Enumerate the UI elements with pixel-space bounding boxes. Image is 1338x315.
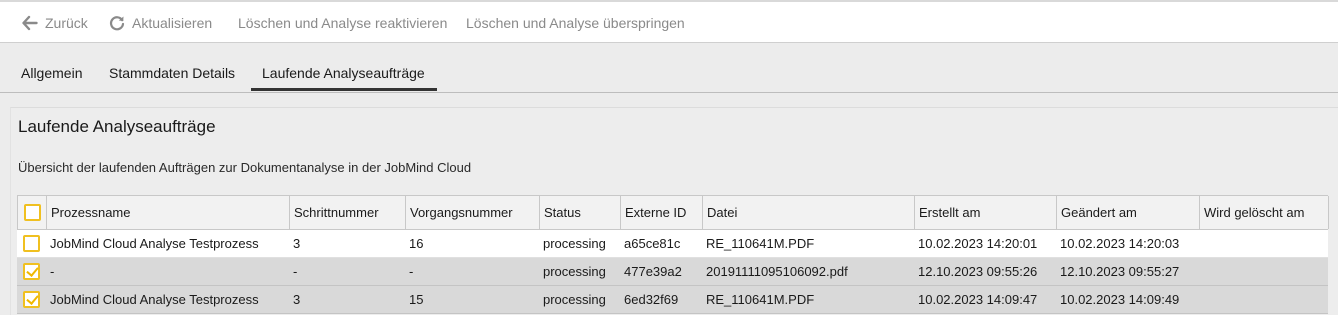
cell-wird-geloescht-am	[1199, 258, 1328, 285]
cell-vorgangsnummer: 15	[409, 292, 424, 307]
toolbar: Zurück Aktualisieren Löschen und Analyse…	[0, 0, 1338, 43]
cell-externe-id: a65ce81c	[624, 236, 681, 251]
row-checkbox[interactable]	[23, 291, 40, 308]
column-header[interactable]: Wird gelöscht am	[1200, 196, 1329, 229]
cell-geaendert-am: 10.02.2023 14:09:49	[1060, 292, 1180, 307]
reactivate-label: Löschen und Analyse reaktivieren	[238, 15, 448, 31]
cell-vorgangsnummer: 16	[409, 236, 424, 251]
back-label: Zurück	[45, 15, 88, 31]
column-header[interactable]: Status	[540, 196, 621, 229]
cell-datei: RE_110641M.PDF	[706, 292, 815, 307]
cell-datei: RE_110641M.PDF	[706, 236, 815, 251]
reactivate-delete-analysis-button[interactable]: Löschen und Analyse reaktivieren	[238, 13, 447, 33]
row-select-cell	[17, 286, 46, 313]
table-row[interactable]: - - - processing 477e39a2 20191111095106…	[17, 258, 1328, 286]
tab-laufende-analyseauftraege[interactable]: Laufende Analyseaufträge	[262, 65, 425, 81]
cell-status: processing	[543, 236, 606, 251]
cell-schrittnummer: 3	[293, 292, 301, 307]
column-header[interactable]: Vorgangsnummer	[406, 196, 540, 229]
refresh-icon	[109, 15, 125, 31]
select-all-cell	[18, 196, 47, 229]
table-row[interactable]: JobMind Cloud Analyse Testprozess 3 16 p…	[17, 230, 1328, 258]
cell-prozessname: -	[50, 264, 55, 279]
row-checkbox[interactable]	[23, 263, 40, 280]
row-select-cell	[17, 258, 46, 285]
cell-wird-geloescht-am	[1199, 286, 1328, 313]
refresh-label: Aktualisieren	[132, 15, 213, 31]
column-header[interactable]: Schrittnummer	[290, 196, 406, 229]
cell-schrittnummer: -	[293, 264, 298, 279]
active-tab-indicator	[251, 88, 437, 91]
arrow-left-icon	[22, 15, 38, 31]
cell-status: processing	[543, 264, 606, 279]
column-header[interactable]: Prozessname	[47, 196, 290, 229]
cell-geaendert-am: 10.02.2023 14:20:03	[1060, 236, 1180, 251]
panel-title: Laufende Analyseaufträge	[18, 117, 216, 136]
tab-allgemein[interactable]: Allgemein	[21, 65, 82, 81]
select-all-checkbox[interactable]	[23, 204, 41, 221]
cell-prozessname: JobMind Cloud Analyse Testprozess	[50, 292, 259, 307]
cell-status: processing	[543, 292, 606, 307]
column-header[interactable]: Erstellt am	[915, 196, 1057, 229]
cell-externe-id: 477e39a2	[624, 264, 682, 279]
tab-bar: Allgemein Stammdaten Details Laufende An…	[0, 43, 1338, 93]
cell-prozessname: JobMind Cloud Analyse Testprozess	[50, 236, 259, 251]
column-header[interactable]: Externe ID	[621, 196, 703, 229]
cell-externe-id: 6ed32f69	[624, 292, 679, 307]
cell-datei: 20191111095106092.pdf	[706, 264, 848, 279]
skip-delete-analysis-button[interactable]: Löschen und Analyse überspringen	[466, 13, 685, 33]
cell-geaendert-am: 12.10.2023 09:55:27	[1060, 264, 1180, 279]
table-row[interactable]: JobMind Cloud Analyse Testprozess 3 15 p…	[17, 286, 1328, 314]
panel-description: Übersicht der laufenden Aufträgen zur Do…	[18, 160, 472, 175]
refresh-button[interactable]: Aktualisieren	[109, 13, 212, 33]
tab-stammdaten-details[interactable]: Stammdaten Details	[109, 65, 235, 81]
cell-erstellt-am: 10.02.2023 14:09:47	[918, 292, 1038, 307]
column-header[interactable]: Geändert am	[1057, 196, 1200, 229]
table-header: Prozessname Schrittnummer Vorgangsnummer…	[17, 195, 1329, 230]
back-button[interactable]: Zurück	[22, 13, 88, 33]
column-header[interactable]: Datei	[703, 196, 915, 229]
row-checkbox[interactable]	[23, 235, 40, 252]
cell-wird-geloescht-am	[1199, 230, 1328, 257]
cell-schrittnummer: 3	[293, 236, 301, 251]
row-select-cell	[17, 230, 46, 257]
cell-erstellt-am: 12.10.2023 09:55:26	[918, 264, 1038, 279]
cell-vorgangsnummer: -	[409, 264, 414, 279]
cell-erstellt-am: 10.02.2023 14:20:01	[918, 236, 1038, 251]
skip-label: Löschen und Analyse überspringen	[466, 15, 685, 31]
